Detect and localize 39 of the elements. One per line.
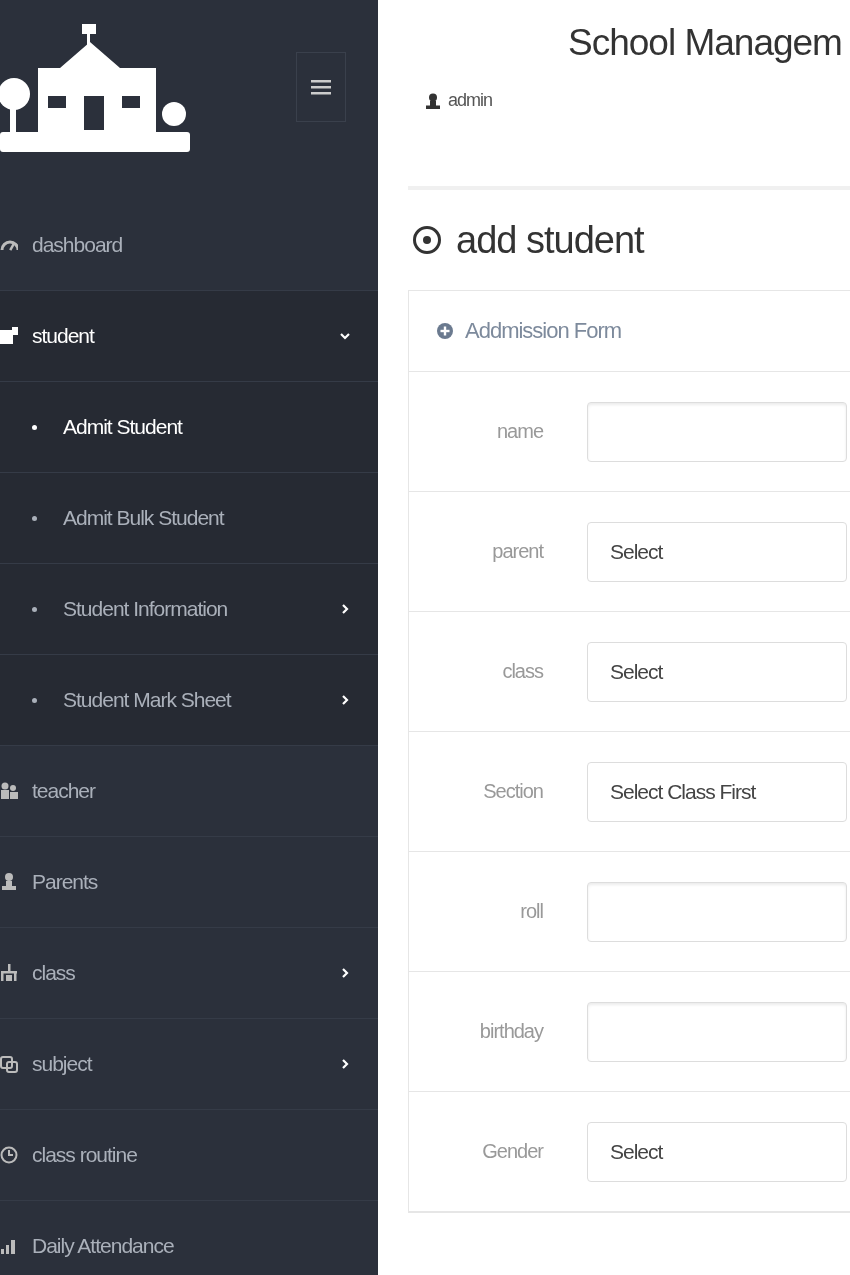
- circle-dot-icon: [412, 225, 442, 255]
- user-icon: [426, 92, 440, 109]
- select-field[interactable]: Select: [587, 641, 847, 702]
- submenu-item[interactable]: Student Information: [0, 564, 378, 655]
- menu-item-icon: [0, 1237, 18, 1255]
- field-label: Gender: [481, 1140, 545, 1163]
- field-label: Section: [482, 780, 544, 803]
- menu-item-icon: [0, 964, 18, 982]
- bullet-icon: [32, 606, 37, 612]
- select-field[interactable]: Select: [587, 1121, 847, 1182]
- menu-item-icon: [0, 873, 18, 891]
- menu-item-icon: [0, 782, 18, 800]
- menu-button[interactable]: [296, 52, 346, 122]
- menu-item-icon: [0, 1055, 18, 1073]
- field-label: parent: [491, 540, 545, 563]
- bullet-icon: [32, 515, 37, 521]
- select-field[interactable]: Select Class First: [587, 761, 847, 822]
- plus-circle-icon: [437, 323, 453, 339]
- menu-icon: [311, 79, 331, 95]
- bullet-icon: [32, 697, 37, 703]
- submenu-item[interactable]: Student Mark Sheet: [0, 655, 378, 746]
- input-field[interactable]: [587, 401, 847, 462]
- input-field[interactable]: [587, 881, 847, 942]
- sidebar-item[interactable]: student: [0, 291, 378, 382]
- submenu-item[interactable]: Admit Bulk Student: [0, 473, 378, 564]
- menu-item-icon: [0, 1146, 18, 1164]
- submenu-item[interactable]: Admit Student: [0, 382, 378, 473]
- select-field[interactable]: Select: [587, 521, 847, 582]
- field-label: class: [501, 660, 545, 683]
- input-field[interactable]: [587, 1001, 847, 1062]
- field-label: birthday: [478, 1020, 545, 1043]
- field-label: roll: [519, 900, 544, 923]
- menu-item-icon: [0, 327, 18, 345]
- page-title: add student: [456, 218, 644, 262]
- user-name[interactable]: admin: [448, 90, 493, 111]
- bullet-icon: [32, 424, 37, 430]
- field-label: name: [495, 420, 545, 443]
- site-title: School Managem: [567, 21, 843, 64]
- panel-title: Addmission Form: [465, 318, 622, 344]
